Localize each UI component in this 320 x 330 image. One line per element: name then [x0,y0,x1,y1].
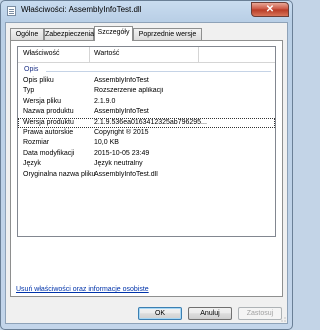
property-name: Rozmiar [23,139,50,147]
group-header-description: Opis [18,66,275,76]
column-header-property[interactable]: Właściwość [23,50,60,57]
remove-properties-link[interactable]: Usuń właściwości oraz informacje osobist… [16,286,149,293]
list-item[interactable]: Typ Rozszerzenie aplikacji [18,86,275,96]
property-value: Copyright ® 2015 [94,128,149,136]
document-icon [7,6,16,16]
tab-general[interactable]: Ogólne [10,28,44,40]
ok-button[interactable]: OK [138,307,182,320]
property-value: Język neutralny [94,160,143,168]
property-name: Opis pliku [23,77,54,84]
property-value: Rozszerzenie aplikacji [94,87,164,95]
list-item[interactable]: Opis pliku AssemblyInfoTest [18,76,275,86]
property-value: AssemblyInfoTest [94,77,149,84]
close-button[interactable]: ✕ [251,2,289,17]
property-name: Wersja produktu [23,118,74,126]
list-item[interactable]: Wersja pliku 2.1.9.0 [18,97,275,107]
list-item[interactable]: Nazwa produktu AssemblyInfoTest [18,107,275,117]
apply-button[interactable]: Zastosuj [238,307,282,320]
list-header: Właściwość Wartość [18,47,275,63]
tab-previous-versions[interactable]: Poprzednie wersje [133,28,202,40]
property-value: 2.1.9.536ea0163412325ab796295... [94,118,207,126]
property-value: AssemblyInfoTest [94,108,149,116]
column-header-value[interactable]: Wartość [94,50,119,57]
property-name: Język [23,160,41,168]
property-value: 10,0 KB [94,139,119,147]
property-name: Typ [23,87,35,95]
property-name: Oryginalna nazwa pliku [23,170,96,178]
properties-window: Właściwości: AssemblyInfoTest.dll ✕ Ogól… [0,0,293,330]
cancel-button[interactable]: Anuluj [188,307,232,320]
tab-security[interactable]: Zabezpieczenia [44,28,94,40]
property-value: 2015-10-05 23:49 [94,149,150,157]
column-divider[interactable] [198,47,199,62]
list-item[interactable]: Prawa autorskie Copyright ® 2015 [18,128,275,138]
list-item[interactable]: Język Język neutralny [18,159,275,169]
group-label: Opis [24,66,39,73]
list-item[interactable]: Data modyfikacji 2015-10-05 23:49 [18,149,275,159]
property-name: Wersja pliku [23,97,61,105]
property-name: Prawa autorskie [23,128,74,136]
title-bar[interactable]: Właściwości: AssemblyInfoTest.dll ✕ [1,1,292,21]
property-value: 2.1.9.0 [94,97,116,105]
column-divider[interactable] [89,47,90,62]
list-item[interactable]: Rozmiar 10,0 KB [18,138,275,148]
resize-grip-icon[interactable] [279,315,286,322]
list-item-selected[interactable]: Wersja produktu 2.1.9.536ea0163412325ab79… [18,117,275,128]
tab-details[interactable]: Szczegóły [94,26,133,41]
dialog-client-area: Ogólne Zabezpieczenia Szczegóły Poprzedn… [5,22,288,324]
property-name: Nazwa produktu [23,108,74,116]
property-name: Data modyfikacji [23,149,75,157]
group-divider [46,71,271,72]
details-list[interactable]: Właściwość Wartość Opis Opis pliku Assemb… [17,46,276,237]
details-panel: Właściwość Wartość Opis Opis pliku Assemb… [10,40,283,297]
window-title: Właściwości: AssemblyInfoTest.dll [21,5,142,14]
list-item[interactable]: Oryginalna nazwa pliku AssemblyInfoTest.d… [18,170,275,180]
property-value: AssemblyInfoTest.dll [94,170,158,178]
